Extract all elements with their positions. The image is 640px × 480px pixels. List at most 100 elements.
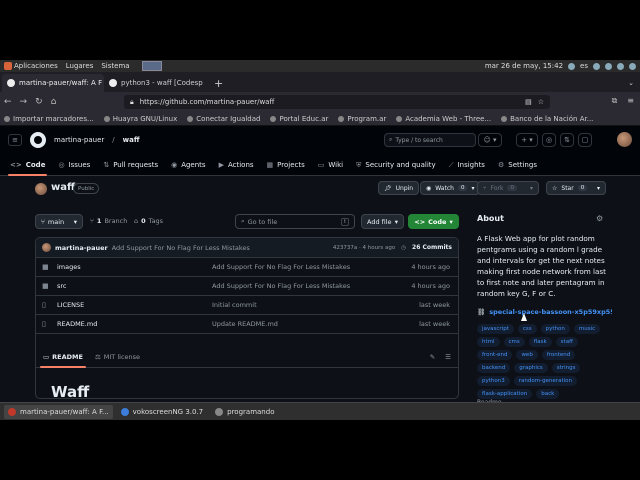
topic-tag[interactable]: css — [517, 324, 537, 334]
forward-icon[interactable]: → — [20, 97, 28, 107]
topic-tag[interactable]: flask — [528, 337, 552, 347]
tab-insights[interactable]: ⟋ Insights — [449, 154, 485, 176]
hamburger-menu-icon[interactable]: ≡ — [8, 134, 22, 146]
url-bar[interactable]: 🔒︎ https://github.com/martina-pauer/waff… — [124, 95, 550, 109]
bookmark-item[interactable]: Program.ar — [338, 115, 386, 123]
tab-agents[interactable]: ◉ Agents — [171, 154, 205, 176]
topic-tag[interactable]: music — [573, 324, 601, 334]
tab-security[interactable]: ⛨ Security and quality — [356, 154, 436, 176]
tab-license[interactable]: ⚖ MIT license — [95, 346, 140, 368]
bookmark-item[interactable]: Importar marcadores... — [4, 115, 94, 123]
topic-tag[interactable]: staff — [555, 337, 578, 347]
tab-readme[interactable]: ▭ README — [40, 346, 86, 368]
bookmark-item[interactable]: Portal Educ.ar — [270, 115, 328, 123]
edit-pencil-icon[interactable]: ✎ — [430, 353, 435, 361]
topic-tag[interactable]: python — [540, 324, 570, 334]
topic-tag[interactable]: strings — [551, 363, 581, 373]
taskbar-item-browser[interactable]: martina-pauer/waff: A F... — [4, 404, 113, 419]
inbox-button[interactable]: ▢ — [578, 133, 592, 147]
extensions-icon[interactable]: ⧉ — [612, 96, 618, 106]
unpin-button[interactable]: 📌︎ Unpin — [378, 181, 420, 195]
file-commit-message[interactable]: Update README.md — [212, 320, 278, 328]
branches-link[interactable]: ⑂ 1 Branch — [90, 217, 127, 225]
tags-link[interactable]: ⌂ 0 Tags — [134, 217, 163, 225]
code-button[interactable]: <> Code ▾ — [408, 214, 459, 229]
taskbar-item-vokoscreen[interactable]: vokoscreenNG 3.0.7 — [117, 405, 207, 419]
add-file-button[interactable]: Add file ▾ — [361, 214, 404, 229]
pulls-shortcut-button[interactable]: ⇅ — [560, 133, 574, 147]
topic-tag[interactable]: flask-application — [477, 389, 533, 399]
browser-tab-github[interactable]: martina-pauer/waff: A F ✕ — [2, 74, 104, 92]
fork-button[interactable]: ⑂ Fork 0 ▾ — [477, 181, 539, 195]
file-commit-message[interactable]: Add Support For No Flag For Less Mistake… — [212, 263, 350, 271]
gear-icon[interactable]: ⚙ — [596, 214, 603, 223]
home-icon[interactable]: ⌂ — [51, 97, 57, 107]
reader-view-icon[interactable]: ▤ — [525, 98, 532, 106]
topic-tag[interactable]: javascript — [477, 324, 514, 334]
new-tab-button[interactable]: + — [206, 74, 231, 92]
repo-name-link[interactable]: waff — [123, 136, 140, 144]
file-row[interactable]: ■ src Add Support For No Flag For Less M… — [36, 277, 458, 296]
browser-tab-codespace[interactable]: python3 - waff [Codesp ✕ — [104, 74, 206, 92]
repo-title[interactable]: waff — [51, 182, 75, 193]
clock[interactable]: mar 26 de may, 15:42 — [485, 62, 563, 70]
topic-tag[interactable]: graphics — [514, 363, 548, 373]
keyboard-layout[interactable]: es — [580, 62, 588, 70]
places-menu[interactable]: Lugares — [66, 62, 94, 70]
file-name[interactable]: README.md — [57, 320, 97, 328]
bluetooth-icon[interactable] — [568, 62, 576, 70]
topic-tag[interactable]: web — [516, 350, 538, 360]
branch-select-button[interactable]: ⑂ main ▾ — [35, 214, 83, 229]
file-name[interactable]: src — [57, 282, 67, 290]
topic-tag[interactable]: frontend — [541, 350, 576, 360]
bookmark-item[interactable]: Banco de la Nación Ar... — [501, 115, 593, 123]
user-avatar[interactable] — [617, 132, 632, 147]
homepage-link[interactable]: ⛓ special-space-bassoon-x5p59xp55... — [477, 308, 612, 316]
taskbar-item-folder[interactable]: programando — [211, 405, 278, 419]
file-row[interactable]: ▯ README.md Update README.md last week — [36, 315, 458, 334]
commit-hash[interactable]: 423737a · 4 hours ago — [333, 245, 395, 251]
file-name[interactable]: LICENSE — [57, 301, 84, 309]
list-tabs-icon[interactable]: ⌄ — [628, 74, 640, 92]
tab-settings[interactable]: ⚙ Settings — [498, 154, 537, 176]
commits-link[interactable]: 26 Commits — [412, 244, 452, 251]
tab-projects[interactable]: ▦ Projects — [267, 154, 305, 176]
commit-author[interactable]: martina-pauer — [55, 244, 108, 252]
volume-icon[interactable] — [605, 62, 612, 70]
topic-tag[interactable]: backend — [477, 363, 511, 373]
topic-tag[interactable]: cms — [503, 337, 525, 347]
watch-button[interactable]: ◉ Watch 0 ▾ — [420, 181, 481, 195]
reload-icon[interactable]: ↻ — [35, 97, 43, 107]
tab-pull-requests[interactable]: ⇅ Pull requests — [103, 154, 158, 176]
topic-tag[interactable]: back — [536, 389, 560, 399]
topic-tag[interactable]: html — [477, 337, 500, 347]
file-name[interactable]: images — [57, 263, 81, 271]
power-icon[interactable] — [629, 62, 636, 70]
tab-issues[interactable]: ◎ Issues — [58, 154, 90, 176]
outline-icon[interactable]: ☰ — [445, 353, 451, 361]
commit-message[interactable]: Add Support For No Flag For Less Mistake… — [112, 244, 250, 252]
copilot-button[interactable]: ☺ ▾ — [478, 133, 502, 147]
applications-menu[interactable]: Aplicaciones — [4, 62, 58, 70]
search-input[interactable]: ⌕ Type / to search — [384, 133, 476, 147]
back-icon[interactable]: ← — [4, 97, 12, 107]
topic-tag[interactable]: random-generation — [513, 376, 577, 386]
repo-owner-link[interactable]: martina-pauer — [54, 136, 104, 144]
create-new-button[interactable]: + ▾ — [516, 133, 538, 147]
file-commit-message[interactable]: Add Support For No Flag For Less Mistake… — [212, 282, 350, 290]
system-menu[interactable]: Sistema — [101, 62, 129, 70]
tab-actions[interactable]: ▶ Actions — [219, 154, 254, 176]
app-menu-icon[interactable]: ≡ — [627, 96, 634, 106]
bookmark-item[interactable]: Conectar Igualdad — [187, 115, 260, 123]
star-button[interactable]: ☆ Star 0 ▾ — [546, 181, 606, 195]
file-row[interactable]: ■ images Add Support For No Flag For Les… — [36, 258, 458, 277]
issues-shortcut-button[interactable]: ◎ — [542, 133, 556, 147]
bookmark-star-icon[interactable]: ☆ — [538, 98, 544, 106]
tab-wiki[interactable]: ▭ Wiki — [318, 154, 343, 176]
workspace-thumbnail[interactable] — [141, 61, 162, 71]
battery-icon[interactable] — [617, 62, 624, 70]
file-commit-message[interactable]: Initial commit — [212, 301, 257, 309]
file-row[interactable]: ▯ LICENSE Initial commit last week — [36, 296, 458, 315]
go-to-file-input[interactable]: ⌕ Go to file t — [235, 214, 355, 229]
topic-tag[interactable]: python3 — [477, 376, 510, 386]
